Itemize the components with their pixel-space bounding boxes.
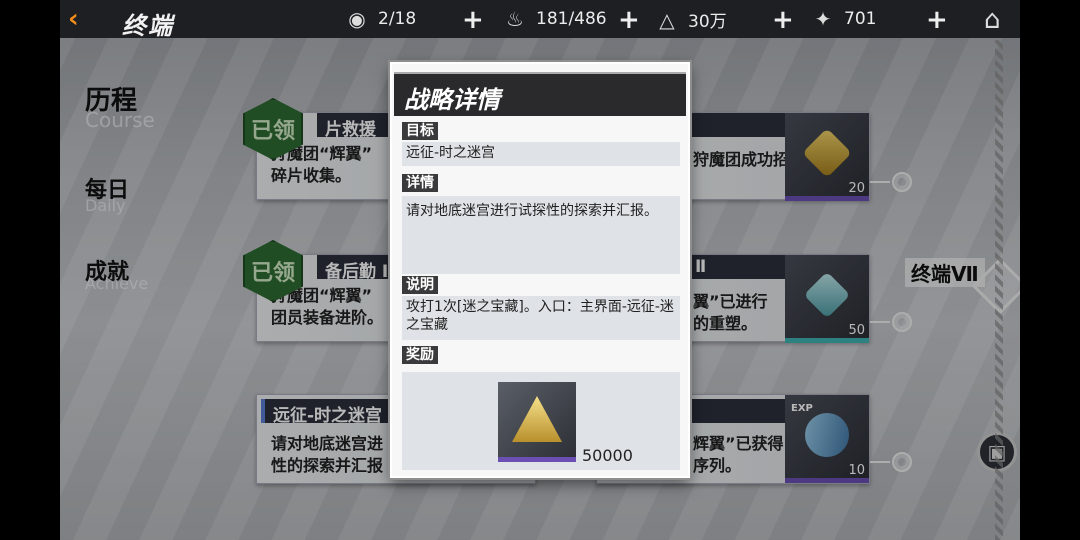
eye-icon: ◉ [348, 7, 366, 31]
back-arrow-icon[interactable]: ‹ [68, 6, 94, 32]
modal-title: 战略详情 [394, 72, 686, 116]
reward-count: 50000 [582, 446, 633, 465]
detail-value: 请对地底迷宫进行试探性的探索并汇报。 [402, 196, 680, 274]
resource-pyramid: △ 30万 [654, 7, 727, 33]
resource-value: 2/18 [378, 9, 417, 29]
star-icon: ✦ [814, 7, 832, 31]
reward-item[interactable] [498, 382, 576, 462]
home-icon[interactable]: ⌂ [984, 5, 1014, 35]
resource-eye: ◉ 2/18 [344, 7, 416, 31]
target-label: 目标 [402, 122, 438, 140]
add-button[interactable]: + [618, 5, 640, 35]
resource-value: 30万 [688, 12, 727, 32]
resource-star: ✦ 701 [810, 7, 877, 31]
reward-label: 奖励 [402, 346, 438, 364]
pyramid-icon [512, 396, 562, 442]
target-value: 远征-时之迷宫 [402, 142, 680, 166]
resource-value: 181/486 [536, 9, 607, 29]
resource-value: 701 [844, 9, 877, 29]
page-title: 终端 [122, 12, 174, 40]
pyramid-icon: △ [659, 7, 675, 32]
detail-label: 详情 [402, 174, 438, 192]
add-button[interactable]: + [926, 5, 948, 35]
note-value: 攻打1次[迷之宝藏]。入口：主界面-远征-迷之宝藏 [402, 296, 680, 340]
resource-flame: ♨ 181/486 [502, 7, 607, 31]
note-label: 说明 [402, 276, 438, 294]
add-button[interactable]: + [772, 5, 794, 35]
strategy-detail-modal[interactable]: 战略详情 目标 远征-时之迷宫 详情 请对地底迷宫进行试探性的探索并汇报。 说明… [390, 62, 690, 478]
flame-icon: ♨ [506, 7, 524, 31]
reward-box: 50000 [402, 372, 680, 470]
top-bar: ‹ 终端 ◉ 2/18 + ♨ 181/486 + △ 30万 + ✦ 701 … [60, 0, 1020, 40]
add-button[interactable]: + [462, 5, 484, 35]
